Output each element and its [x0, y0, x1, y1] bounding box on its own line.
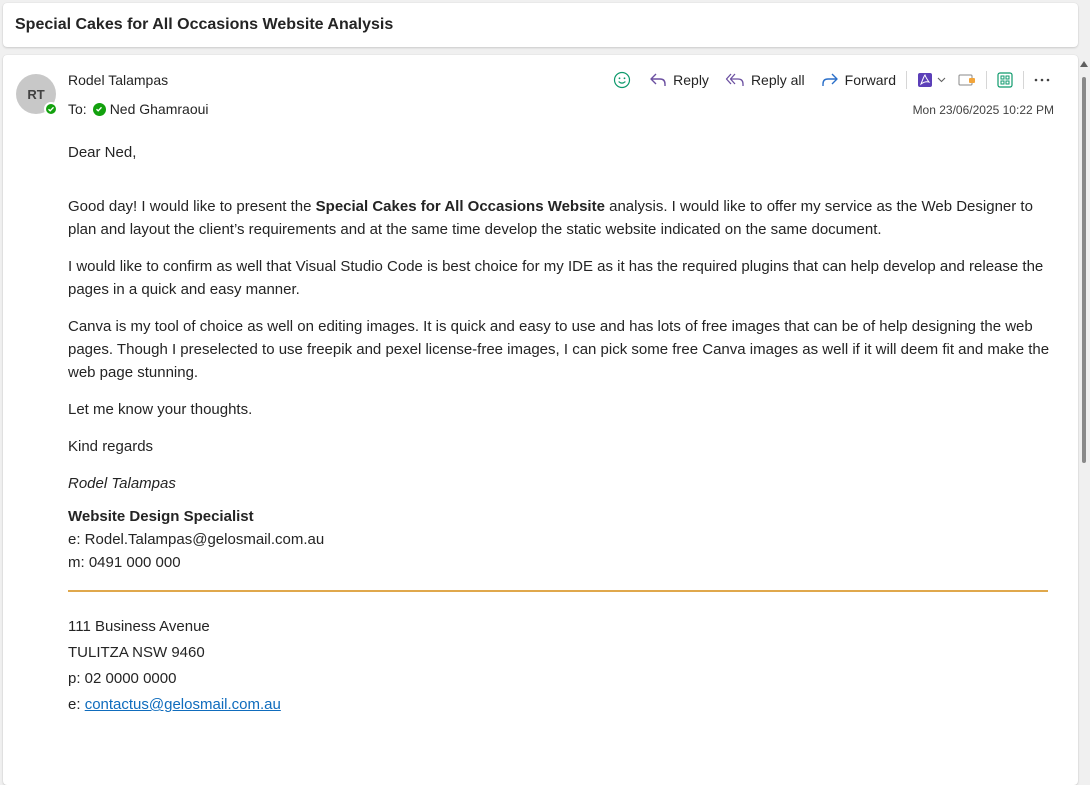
greeting: Dear Ned,: [68, 144, 137, 161]
signature-email: e: Rodel.Talampas@gelosmail.com.au: [68, 531, 325, 548]
body-paragraph: I would like to confirm as well that Vis…: [68, 258, 1044, 298]
avatar-initials: RT: [27, 86, 45, 102]
signature-block: Website Design Specialist e: Rodel.Talam…: [68, 505, 1053, 574]
toolbar-divider: [986, 71, 987, 89]
more-horizontal-icon: [1034, 78, 1050, 82]
subject-bar: Special Cakes for All Occasions Website …: [3, 3, 1078, 47]
sender-name[interactable]: Rodel Talampas: [68, 72, 168, 88]
contact-email-link[interactable]: contactus@gelosmail.com.au: [85, 696, 281, 713]
reply-all-button[interactable]: Reply all: [719, 66, 811, 94]
signature-title: Website Design Specialist: [68, 508, 254, 525]
reply-icon: [649, 72, 667, 88]
recipient-name[interactable]: Ned Ghamraoui: [110, 101, 209, 117]
scroll-up-arrow-icon[interactable]: [1080, 61, 1088, 67]
reply-label: Reply: [673, 72, 709, 88]
apps-grid-icon: [997, 72, 1013, 88]
vertical-scrollbar[interactable]: [1078, 55, 1090, 778]
more-actions-button[interactable]: [1028, 66, 1056, 94]
signature-mobile: m: 0491 000 000: [68, 554, 181, 571]
to-line: To: Ned Ghamraoui: [68, 101, 209, 117]
message-card: RT Rodel Talampas To: Ned Ghamraoui Repl…: [3, 55, 1078, 785]
email-subject: Special Cakes for All Occasions Website …: [15, 16, 394, 33]
reply-all-icon: [725, 72, 745, 88]
contact-email-line: e: contactus@gelosmail.com.au: [68, 692, 1053, 718]
pdf-addin-button[interactable]: [911, 66, 952, 94]
message-toolbar: Reply Reply all Forward: [607, 66, 1056, 94]
recipient-presence-icon: [92, 102, 106, 116]
body-paragraph: Good day! I would like to present the Sp…: [68, 195, 1053, 241]
contact-prefix: e:: [68, 696, 85, 713]
paragraph-text: Good day! I would like to present the: [68, 198, 316, 215]
presence-available-icon: [44, 102, 58, 116]
project-name: Special Cakes for All Occasions Website: [315, 198, 605, 215]
signature-divider: [68, 590, 1048, 592]
chevron-down-icon: [937, 77, 946, 83]
pdf-icon: [917, 72, 933, 88]
sender-avatar[interactable]: RT: [16, 74, 58, 116]
reaction-button[interactable]: [607, 66, 637, 94]
mail-tag-icon: [958, 73, 976, 87]
reply-button[interactable]: Reply: [643, 66, 715, 94]
mail-addin-button[interactable]: [952, 66, 982, 94]
sent-timestamp: Mon 23/06/2025 10:22 PM: [912, 103, 1054, 117]
body-paragraph: Let me know your thoughts.: [68, 401, 253, 418]
signature-name: Rodel Talampas: [68, 475, 176, 492]
address-line: TULITZA NSW 9460: [68, 644, 205, 661]
smiley-icon: [613, 71, 631, 89]
phone-line: p: 02 0000 0000: [68, 670, 177, 687]
apps-button[interactable]: [991, 66, 1019, 94]
forward-icon: [821, 72, 839, 88]
forward-label: Forward: [844, 72, 896, 88]
address-line: 111 Business Avenue: [68, 618, 210, 635]
reply-all-label: Reply all: [750, 72, 805, 88]
closing: Kind regards: [68, 438, 154, 455]
toolbar-divider: [906, 71, 907, 89]
message-body: Dear Ned, Good day! I would like to pres…: [68, 141, 1053, 718]
body-paragraph: Canva is my tool of choice as well on ed…: [68, 318, 1050, 381]
scrollbar-thumb[interactable]: [1082, 77, 1086, 463]
toolbar-divider: [1023, 71, 1024, 89]
forward-button[interactable]: Forward: [815, 66, 902, 94]
to-label: To:: [68, 101, 87, 117]
address-block: 111 Business Avenue TULITZA NSW 9460 p: …: [68, 614, 1053, 718]
